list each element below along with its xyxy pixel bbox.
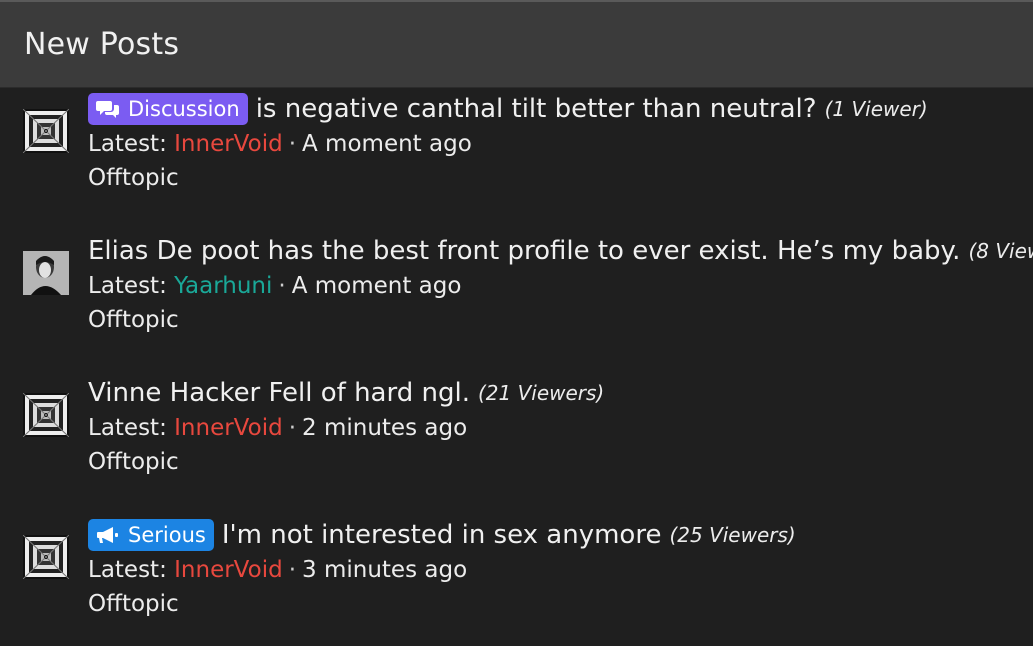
- post-title-link[interactable]: Vinne Hacker Fell of hard ngl.: [88, 375, 470, 411]
- post-meta: Latest: InnerVoid · 2 minutes ago: [88, 411, 604, 445]
- meta-separator: ·: [288, 557, 297, 583]
- viewer-count: (21 Viewers): [477, 381, 605, 405]
- post-title-line: Vinne Hacker Fell of hard ngl. (21 Viewe…: [88, 375, 604, 411]
- latest-prefix: Latest:: [88, 557, 167, 583]
- post-title-line: Discussion is negative canthal tilt bett…: [88, 91, 928, 127]
- viewer-count: (1 Viewer): [824, 97, 928, 121]
- checker-tunnel-avatar: [23, 393, 69, 437]
- latest-time-link[interactable]: A moment ago: [292, 273, 462, 299]
- latest-user-link[interactable]: InnerVoid: [174, 557, 283, 583]
- viewer-count: (8 Viewers): [968, 239, 1033, 263]
- latest-time-link[interactable]: 3 minutes ago: [302, 557, 467, 583]
- user-avatar[interactable]: [23, 393, 69, 437]
- forum-link[interactable]: Offtopic: [88, 587, 796, 621]
- post-meta: Latest: InnerVoid · A moment ago: [88, 127, 928, 161]
- post-title-link[interactable]: I'm not interested in sex anymore: [222, 517, 662, 553]
- post-item: Serious I'm not interested in sex anymor…: [0, 519, 1033, 646]
- comments-icon: [96, 99, 120, 119]
- latest-prefix: Latest:: [88, 273, 167, 299]
- latest-time-link[interactable]: A moment ago: [302, 131, 472, 157]
- forum-link[interactable]: Offtopic: [88, 445, 604, 479]
- block-header: New Posts: [0, 2, 1033, 88]
- latest-user-link[interactable]: Yaarhuni: [174, 273, 272, 299]
- post-title-line: Elias De poot has the best front profile…: [88, 233, 1033, 269]
- latest-prefix: Latest:: [88, 131, 167, 157]
- post-meta: Latest: InnerVoid · 3 minutes ago: [88, 553, 796, 587]
- user-avatar[interactable]: [23, 109, 69, 153]
- latest-user-link[interactable]: InnerVoid: [174, 415, 283, 441]
- post-content: Serious I'm not interested in sex anymor…: [88, 517, 796, 621]
- post-title-link[interactable]: is negative canthal tilt better than neu…: [256, 91, 817, 127]
- post-content: Elias De poot has the best front profile…: [88, 233, 1033, 337]
- post-item: Discussion is negative canthal tilt bett…: [0, 93, 1033, 251]
- forum-link[interactable]: Offtopic: [88, 161, 928, 195]
- discussion-label[interactable]: Discussion: [88, 93, 248, 125]
- post-title-link[interactable]: Elias De poot has the best front profile…: [88, 233, 960, 269]
- post-title-line: Serious I'm not interested in sex anymor…: [88, 517, 796, 553]
- megaphone-icon: [96, 525, 120, 545]
- user-avatar[interactable]: [23, 535, 69, 579]
- serious-label[interactable]: Serious: [88, 519, 214, 551]
- label-text: Discussion: [128, 97, 240, 121]
- post-content: Discussion is negative canthal tilt bett…: [88, 91, 928, 195]
- forum-link[interactable]: Offtopic: [88, 303, 1033, 337]
- block-title[interactable]: New Posts: [24, 27, 179, 62]
- post-item: Vinne Hacker Fell of hard ngl. (21 Viewe…: [0, 378, 1033, 535]
- meta-separator: ·: [278, 273, 286, 299]
- post-content: Vinne Hacker Fell of hard ngl. (21 Viewe…: [88, 375, 604, 479]
- meta-separator: ·: [288, 415, 297, 441]
- post-meta: Latest: Yaarhuni · A moment ago: [88, 269, 1033, 303]
- checker-tunnel-avatar: [23, 109, 69, 153]
- latest-prefix: Latest:: [88, 415, 167, 441]
- post-item: Elias De poot has the best front profile…: [0, 236, 1033, 393]
- user-avatar[interactable]: [23, 251, 69, 295]
- checker-tunnel-avatar: [23, 535, 69, 579]
- latest-time-link[interactable]: 2 minutes ago: [302, 415, 467, 441]
- meta-separator: ·: [288, 131, 297, 157]
- viewer-count: (25 Viewers): [669, 523, 796, 547]
- photo-avatar: [23, 251, 69, 295]
- label-text: Serious: [128, 523, 206, 547]
- latest-user-link[interactable]: InnerVoid: [174, 131, 283, 157]
